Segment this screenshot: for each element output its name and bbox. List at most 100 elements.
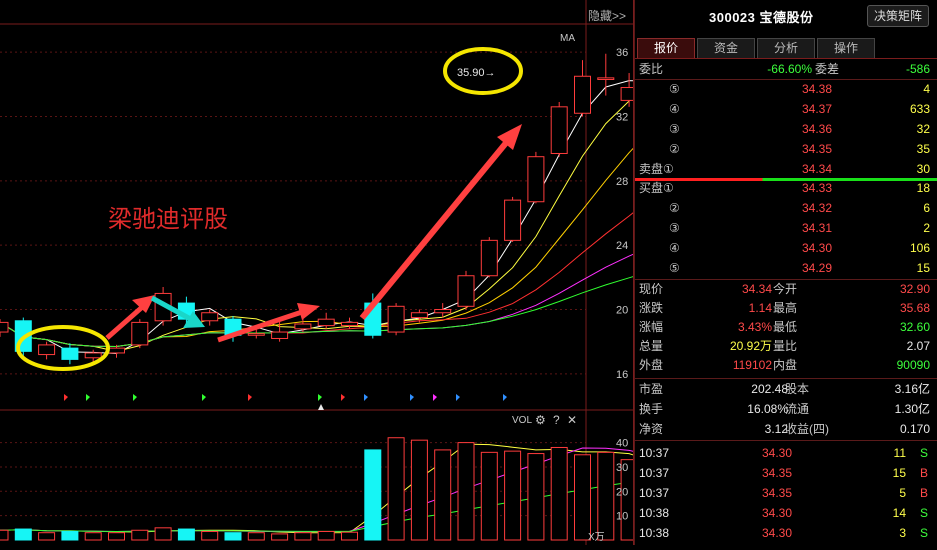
stat-row: 涨跌 1.14 最高 35.68: [635, 298, 937, 318]
stat-label: 现价: [639, 282, 664, 296]
tick-price: 34.35: [761, 486, 792, 500]
signal-flag: [133, 394, 137, 401]
tab-funds[interactable]: 资金: [697, 38, 755, 58]
tab-quote[interactable]: 报价: [637, 38, 695, 58]
volume-bar: [201, 530, 219, 541]
sell-price: 34.35: [801, 142, 832, 156]
ma-line: [0, 196, 653, 348]
buy-price: 34.30: [801, 241, 832, 255]
buy-price: 34.29: [801, 261, 832, 275]
tab-operate[interactable]: 操作: [817, 38, 875, 58]
price-tick-label: 20: [616, 305, 628, 317]
buy-volume: 6: [923, 201, 930, 215]
stat-label: 内盘: [773, 358, 798, 372]
sell-price: 34.34: [801, 162, 832, 176]
sell-level-row: 卖盘① 34.34 30: [635, 159, 937, 179]
chart-pane[interactable]: 36 32 28 24 20 16 40 30 20 10 MA 梁驰迪评股 35.90→ VO…: [0, 0, 661, 545]
sell-price: 34.38: [801, 82, 832, 96]
order-ratio-row: 委比 -66.60% 委差 -586: [635, 59, 937, 79]
sell-volume: 30: [916, 162, 930, 176]
candle-body: [620, 87, 638, 101]
tick-row[interactable]: 10:37 34.30 11 S: [635, 443, 937, 463]
tick-side: S: [919, 526, 928, 540]
volume-bar: [574, 454, 591, 541]
stat-value: 20.92万: [729, 339, 772, 353]
tick-row[interactable]: 10:37 34.35 15 B: [635, 463, 937, 483]
fundamental-label: 换手: [639, 402, 664, 416]
candle-body: [108, 347, 125, 354]
sell-level-row: ④ 34.37 633: [635, 99, 937, 119]
buy-price: 34.33: [801, 181, 832, 195]
candle-body: [201, 312, 219, 322]
volume-bar: [387, 437, 405, 541]
volume-tick-label: 30: [616, 462, 628, 474]
sell-volume: 4: [923, 82, 930, 96]
sell-volume: 35: [916, 142, 930, 156]
ma-line: [0, 85, 653, 352]
sell-level-label: ④: [669, 102, 680, 116]
buy-level-row: ③ 34.31 2: [635, 218, 937, 238]
mid-line: [635, 178, 937, 181]
price-tick-label: 28: [616, 176, 628, 188]
buy-volume: 15: [916, 261, 930, 275]
candle-body: [434, 309, 452, 314]
tick-side: B: [919, 486, 928, 500]
volume-bar: [597, 451, 615, 541]
sell-price: 34.37: [801, 102, 832, 116]
fundamental-value: 16.08%: [747, 402, 788, 416]
tick-row[interactable]: 10:38 34.30 14 S: [635, 503, 937, 523]
stat-label: 涨跌: [639, 301, 664, 315]
volume-bar: [504, 450, 522, 541]
hide-panel-link[interactable]: 隐藏>>: [588, 7, 626, 24]
gear-icon[interactable]: ⚙: [535, 413, 546, 427]
diff-value: -586: [905, 62, 930, 76]
signal-flag: [364, 394, 368, 401]
tick-time: 10:37: [639, 486, 670, 500]
volume-tick-label: 10: [616, 511, 628, 523]
signal-flag: [410, 394, 414, 401]
price-tick-label: 24: [616, 240, 628, 252]
decision-matrix-button[interactable]: 决策矩阵: [867, 5, 929, 27]
candle-body: [271, 331, 289, 339]
buy-level-row: ② 34.32 6: [635, 198, 937, 218]
tick-side: S: [919, 446, 928, 460]
volume-bar: [434, 449, 452, 541]
ratio-value: -66.60%: [767, 62, 812, 76]
fundamental-row: 净资 3.12 收益(四) 0.170: [635, 419, 937, 439]
candle-body: [61, 347, 79, 360]
high-price-box: 35.90→: [457, 67, 496, 79]
stat-label: 外盘: [639, 358, 664, 372]
ma-line: [0, 80, 653, 355]
tick-volume: 15: [892, 466, 906, 480]
tick-row[interactable]: 10:38 34.30 3 S: [635, 523, 937, 543]
buy-level-label: ②: [669, 201, 680, 215]
tick-row[interactable]: 10:37 34.35 5 B: [635, 483, 937, 503]
tick-volume: 5: [899, 486, 906, 500]
tick-volume: 3: [899, 526, 906, 540]
fundamental-label: 流通: [785, 402, 810, 416]
fundamental-label: 股本: [785, 382, 810, 396]
buy-level-row: ④ 34.30 106: [635, 238, 937, 258]
close-icon[interactable]: ✕: [567, 413, 577, 427]
volume-bar: [61, 530, 79, 541]
candle-body: [550, 106, 568, 154]
volume-bar: [317, 530, 335, 541]
fundamental-value: 1.30亿: [894, 402, 930, 416]
fundamental-value: 0.170: [899, 422, 930, 436]
sell-level-row: ⑤ 34.38 4: [635, 79, 937, 99]
sell-level-label: 卖盘①: [639, 162, 674, 176]
tick-volume: 14: [892, 506, 906, 520]
stat-value: 90090: [896, 358, 930, 372]
candle-body: [38, 344, 56, 356]
fundamental-value: 202.48: [751, 382, 788, 396]
question-icon[interactable]: ?: [553, 413, 560, 427]
sell-volume: 32: [916, 122, 930, 136]
stat-label: 最低: [773, 320, 798, 334]
tick-time: 10:37: [639, 446, 670, 460]
tab-analysis[interactable]: 分析: [757, 38, 815, 58]
signal-flag: [318, 394, 322, 401]
fundamental-label: 净资: [639, 422, 664, 436]
kline-chart[interactable]: 36 32 28 24 20 16 40 30 20 10 MA 梁驰迪评股 35.90→ VO…: [0, 0, 661, 545]
buy-volume: 106: [909, 241, 930, 255]
candle-body: [457, 275, 475, 307]
